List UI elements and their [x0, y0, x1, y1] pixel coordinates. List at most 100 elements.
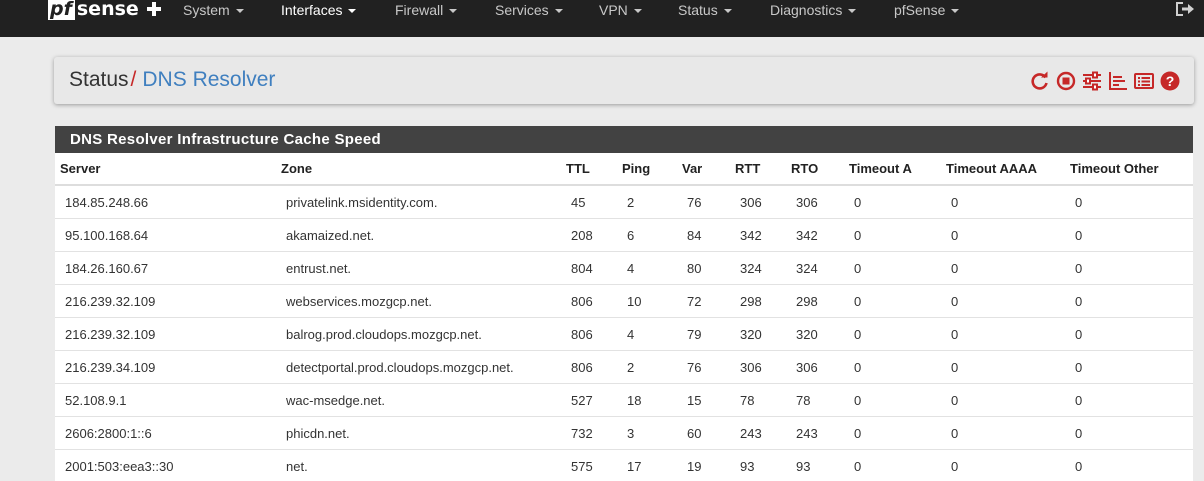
cell-rtt: 93 [735, 449, 791, 481]
cell-timeout-a: 0 [849, 449, 946, 481]
caret-down-icon [554, 9, 563, 14]
cell-timeout-a: 0 [849, 317, 946, 351]
pfsense-logo[interactable]: pf sense [48, 0, 162, 24]
caret-down-icon [235, 9, 244, 14]
cell-ttl: 806 [566, 317, 622, 351]
stop-icon[interactable] [1056, 71, 1076, 91]
column-header[interactable]: Var [682, 153, 735, 186]
nav-menu-label: VPN [599, 2, 628, 18]
cell-rto: 320 [791, 317, 849, 351]
cell-timeout-other: 0 [1070, 184, 1193, 219]
cell-var: 72 [682, 284, 735, 318]
nav-menu-label: Interfaces [281, 2, 343, 18]
column-header[interactable]: Zone [281, 153, 566, 186]
column-header[interactable]: Ping [622, 153, 682, 186]
column-header[interactable]: Server [55, 153, 281, 186]
cell-var: 15 [682, 383, 735, 417]
cell-rtt: 306 [735, 350, 791, 384]
column-header[interactable]: RTT [735, 153, 791, 186]
cell-timeout-a: 0 [849, 184, 946, 219]
caret-down-icon [723, 9, 732, 14]
nav-menu-diagnostics[interactable]: Diagnostics [770, 2, 857, 18]
cell-timeout-aaaa: 0 [946, 184, 1070, 219]
cell-server: 216.239.34.109 [55, 350, 281, 384]
cell-ttl: 732 [566, 416, 622, 450]
nav-menu-system[interactable]: System [183, 2, 244, 18]
cache-speed-table: Server Zone TTL Ping Var RTT RTO Timeout… [55, 153, 1193, 481]
nav-menu-pfsense[interactable]: pfSense [894, 2, 960, 18]
cell-var: 79 [682, 317, 735, 351]
breadcrumb-section[interactable]: Status [69, 68, 129, 91]
column-header[interactable]: Timeout AAAA [946, 153, 1070, 186]
cell-zone: privatelink.msidentity.com. [281, 184, 566, 219]
cell-timeout-aaaa: 0 [946, 218, 1070, 252]
cell-ping: 3 [622, 416, 682, 450]
cell-zone: entrust.net. [281, 251, 566, 285]
help-icon[interactable]: ? [1160, 71, 1180, 91]
nav-menu-vpn[interactable]: VPN [599, 2, 642, 18]
breadcrumb-bar: Status/DNS Resolver ? [54, 57, 1194, 104]
sign-out-icon[interactable] [1174, 0, 1196, 18]
breadcrumb-page[interactable]: DNS Resolver [142, 68, 275, 91]
cell-timeout-other: 0 [1070, 317, 1193, 351]
column-header[interactable]: Timeout Other [1070, 153, 1193, 186]
column-header[interactable]: Timeout A [849, 153, 946, 186]
cell-var: 80 [682, 251, 735, 285]
table-row: 2001:503:eea3::30 net. 575 17 19 93 93 0 0 0 [55, 449, 1193, 481]
nav-menu-status[interactable]: Status [678, 2, 732, 18]
table-row: 216.239.32.109 balrog.prod.cloudops.mozgc… [55, 317, 1193, 351]
breadcrumb-separator: / [130, 68, 137, 91]
cell-rto: 298 [791, 284, 849, 318]
top-navbar: pf sense System Interfaces Firewall Servi… [0, 0, 1204, 37]
cell-ttl: 806 [566, 350, 622, 384]
cell-rto: 306 [791, 184, 849, 219]
cell-server: 216.239.32.109 [55, 284, 281, 318]
column-header[interactable]: TTL [566, 153, 622, 186]
cell-timeout-aaaa: 0 [946, 284, 1070, 318]
log-list-icon[interactable] [1134, 71, 1154, 91]
cell-ping: 18 [622, 383, 682, 417]
cell-ping: 2 [622, 184, 682, 219]
restart-icon[interactable] [1030, 71, 1050, 91]
cell-var: 76 [682, 184, 735, 219]
cell-server: 95.100.168.64 [55, 218, 281, 252]
cell-ping: 4 [622, 251, 682, 285]
cell-timeout-aaaa: 0 [946, 251, 1070, 285]
chart-icon[interactable] [1108, 71, 1128, 91]
column-header[interactable]: RTO [791, 153, 849, 186]
nav-menu-firewall[interactable]: Firewall [395, 2, 458, 18]
cell-timeout-other: 0 [1070, 416, 1193, 450]
nav-menu-label: pfSense [894, 2, 946, 18]
nav-menu-interfaces[interactable]: Interfaces [281, 2, 357, 18]
table-row: 184.26.160.67 entrust.net. 804 4 80 324 324 0 0 0 [55, 251, 1193, 285]
table-row: 52.108.9.1 wac-msedge.net. 527 18 15 78 78 0 0 0 [55, 383, 1193, 417]
logo-suffix: sense [76, 0, 139, 20]
cell-rtt: 243 [735, 416, 791, 450]
cell-server: 52.108.9.1 [55, 383, 281, 417]
nav-menu-label: System [183, 2, 230, 18]
cell-ttl: 806 [566, 284, 622, 318]
settings-sliders-icon[interactable] [1082, 71, 1102, 91]
nav-menu-services[interactable]: Services [495, 2, 563, 18]
cell-zone: akamaized.net. [281, 218, 566, 252]
cell-server: 216.239.32.109 [55, 317, 281, 351]
cell-timeout-other: 0 [1070, 350, 1193, 384]
nav-menu-label: Status [678, 2, 718, 18]
table-row: 216.239.34.109 detectportal.prod.cloudops… [55, 350, 1193, 384]
svg-text:?: ? [1166, 73, 1175, 89]
cell-server: 2606:2800:1::6 [55, 416, 281, 450]
cell-var: 84 [682, 218, 735, 252]
table-row: 2606:2800:1::6 phicdn.net. 732 3 60 243 243 0 0 0 [55, 416, 1193, 450]
breadcrumb: Status/DNS Resolver [69, 68, 275, 92]
table-body: 184.85.248.66 privatelink.msidentity.com.… [55, 184, 1193, 481]
cell-server: 184.26.160.67 [55, 251, 281, 285]
cell-timeout-aaaa: 0 [946, 317, 1070, 351]
cell-timeout-aaaa: 0 [946, 350, 1070, 384]
caret-down-icon [449, 9, 458, 14]
cell-timeout-a: 0 [849, 350, 946, 384]
cell-zone: wac-msedge.net. [281, 383, 566, 417]
cell-timeout-other: 0 [1070, 449, 1193, 481]
cell-rtt: 320 [735, 317, 791, 351]
cell-timeout-a: 0 [849, 218, 946, 252]
cell-timeout-other: 0 [1070, 218, 1193, 252]
